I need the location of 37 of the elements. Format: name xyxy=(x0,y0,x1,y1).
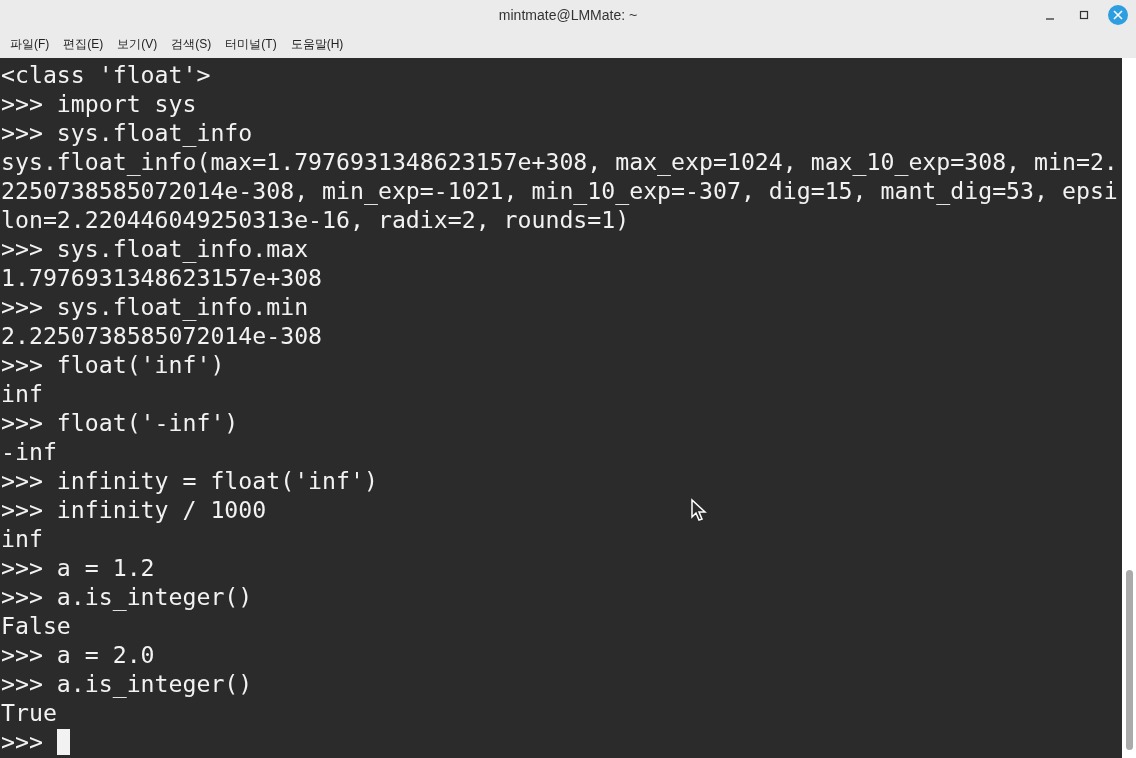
menu-item[interactable]: 편집(E) xyxy=(63,35,104,53)
terminal-line: >>> a.is_integer() xyxy=(1,582,253,611)
terminal-line: <class 'float'> xyxy=(1,60,211,89)
prompt-text: >>> xyxy=(1,727,43,756)
maximize-icon xyxy=(1079,10,1089,20)
terminal-line: False xyxy=(1,611,71,640)
terminal-line: inf xyxy=(1,379,43,408)
menu-item[interactable]: 검색(S) xyxy=(171,35,212,53)
terminal-line: True xyxy=(1,698,57,727)
terminal-line: 2.2250738585072014e-308 xyxy=(1,321,323,350)
terminal-line: >>> sys.float_info.min xyxy=(1,292,309,321)
terminal-line: >>> float('-inf') xyxy=(1,408,239,437)
mouse-pointer-icon xyxy=(690,498,708,522)
terminal-line: >>> infinity / 1000 xyxy=(1,495,267,524)
menu-item[interactable]: 파일(F) xyxy=(10,35,50,53)
terminal-line: >>> sys.float_info xyxy=(1,118,253,147)
terminal-line: >>> a = 1.2 xyxy=(1,553,155,582)
terminal-line: >>> a.is_integer() xyxy=(1,669,253,698)
menu-item[interactable]: 도움말(H) xyxy=(290,35,344,53)
minimize-icon xyxy=(1045,18,1055,20)
terminal-line: inf xyxy=(1,524,43,553)
close-icon xyxy=(1113,10,1123,20)
terminal-line: >>> import sys xyxy=(1,89,197,118)
menu-item[interactable]: 보기(V) xyxy=(117,35,158,53)
terminal-line: 1.7976931348623157e+308 xyxy=(1,263,323,292)
close-button[interactable] xyxy=(1108,5,1128,25)
window-title: mintmate@LMMate: ~ xyxy=(498,7,638,23)
terminal-line: 2250738585072014e-308, min_exp=-1021, min_10_exp=-307, dig=15, mant_dig=53, epsi xyxy=(1,176,1118,205)
terminal-line: >>> a = 2.0 xyxy=(1,640,155,669)
terminal-line: >>> infinity = float('inf') xyxy=(1,466,378,495)
terminal-line: sys.float_info(max=1.7976931348623157e+308, max_exp=1024, max_10_exp=308, min=2. xyxy=(1,147,1118,176)
terminal-line: lon=2.220446049250313e-16, radix=2, rounds=1) xyxy=(1,205,630,234)
terminal-line: -inf xyxy=(1,437,57,466)
scrollbar-thumb[interactable] xyxy=(1126,570,1133,750)
terminal-line: >>> float('inf') xyxy=(1,350,225,379)
terminal-line: >>> sys.float_info.max xyxy=(1,234,309,263)
menu-item[interactable]: 터미널(T) xyxy=(225,35,277,53)
